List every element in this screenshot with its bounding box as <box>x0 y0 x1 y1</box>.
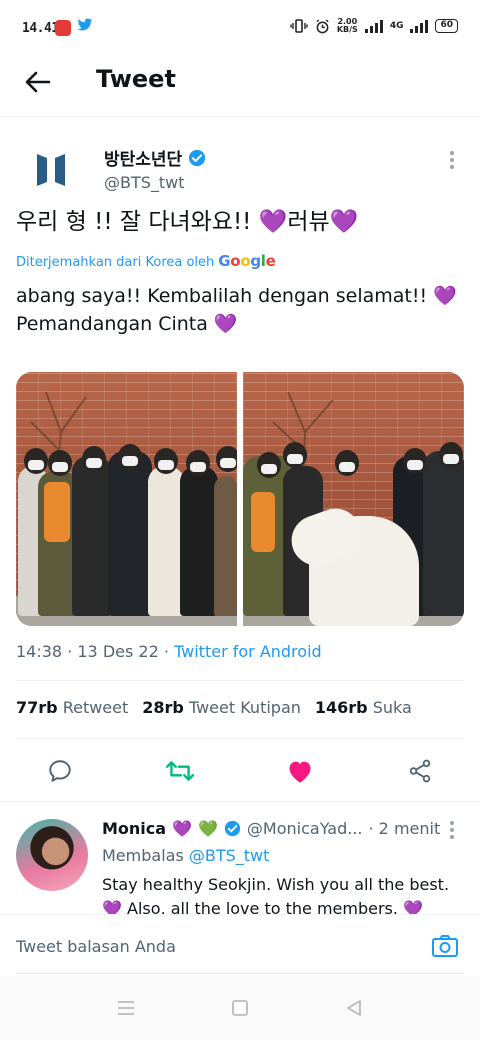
bts-logo-avatar[interactable] <box>36 150 66 190</box>
reply-composer: Tweet balasan Anda <box>0 914 480 976</box>
purple-heart-icon: 💜 <box>433 285 457 307</box>
system-nav-bar <box>0 976 480 1040</box>
reply-text-part: Stay healthy Seokjin. Wish you all the b… <box>102 875 450 894</box>
cell-signal-icon <box>410 19 429 33</box>
reply-author-handle[interactable]: @MonicaYad... <box>247 819 363 838</box>
avatar[interactable] <box>16 819 88 891</box>
reply-tweet[interactable]: Monica 💜 💚 @MonicaYad... · 2 menit Memba… <box>0 815 480 915</box>
author-name[interactable]: 방탄소년단 <box>104 145 206 170</box>
purple-heart-icon: 💜 <box>102 899 122 915</box>
tweet-date: 14:38 · 13 Des 22 · <box>16 642 175 661</box>
replying-mention-link[interactable]: @BTS_twt <box>189 846 270 865</box>
back-button[interactable] <box>22 66 54 98</box>
more-dot-icon <box>450 821 454 825</box>
tweet-photo-2[interactable] <box>243 372 464 626</box>
share-icon <box>409 759 431 783</box>
header-divider <box>0 116 480 117</box>
green-heart-icon: 💚 <box>198 819 218 838</box>
more-dot-icon <box>450 165 454 169</box>
camera-icon <box>432 935 458 957</box>
purple-heart-icon: 💜 <box>329 209 359 235</box>
translated-by[interactable]: Diterjemahkan dari Korea oleh Google <box>16 252 276 270</box>
status-time: 14.41 <box>22 21 59 36</box>
reply-author-name[interactable]: Monica <box>102 819 166 838</box>
back-nav-button[interactable] <box>342 998 366 1018</box>
more-options-button[interactable] <box>444 148 460 172</box>
square-icon <box>232 1000 248 1016</box>
purple-heart-icon: 💜 <box>258 209 288 235</box>
add-photo-button[interactable] <box>430 931 460 961</box>
more-dot-icon <box>450 835 454 839</box>
status-bar: 14.41 2.00 KB/S 4G 60 <box>0 0 480 58</box>
reply-button[interactable] <box>45 756 75 786</box>
reply-more-options-button[interactable] <box>444 821 460 839</box>
home-button[interactable] <box>228 998 252 1018</box>
tweet-text-part: 러뷰 <box>287 209 330 235</box>
wifi-signal-icon <box>364 19 383 33</box>
like-button[interactable] <box>285 756 315 786</box>
tweet-text-part: 우리 형 !! 잘 다녀와요!! <box>16 209 259 235</box>
reply-text-part: Also, all the love to the members. <box>121 899 404 915</box>
tweet-stats: 77rb Retweet 28rb Tweet Kutipan 146rb Su… <box>16 698 412 717</box>
menu-icon <box>118 1001 134 1015</box>
like-count[interactable]: 146rb Suka <box>315 698 412 717</box>
divider <box>0 801 480 802</box>
tweet-source-link[interactable]: Twitter for Android <box>174 642 322 661</box>
status-indicators: 2.00 KB/S 4G 60 <box>290 18 458 34</box>
author-handle[interactable]: @BTS_twt <box>104 173 185 192</box>
tweet-timestamp: 14:38 · 13 Des 22 · Twitter for Android <box>16 642 322 661</box>
more-dot-icon <box>450 151 454 155</box>
tweet-translation: abang saya!! Kembalilah dengan selamat!!… <box>16 282 464 338</box>
translation-text: abang saya!! Kembalilah dengan selamat!! <box>16 285 434 307</box>
page-title: Tweet <box>96 65 176 93</box>
tweet-actions <box>0 752 480 788</box>
translated-label: Diterjemahkan dari Korea oleh <box>16 255 215 270</box>
retweet-icon <box>165 761 195 781</box>
retweet-button[interactable] <box>165 756 195 786</box>
tweet-text: 우리 형 !! 잘 다녀와요!! 💜러뷰💜 <box>16 206 464 238</box>
replying-label: Membalas <box>102 846 189 865</box>
notification-app-icon <box>55 20 71 36</box>
quote-count[interactable]: 28rb Tweet Kutipan <box>142 698 301 717</box>
author-name-text: 방탄소년단 <box>104 150 183 170</box>
top-app-bar: Tweet <box>0 58 480 106</box>
retweet-count[interactable]: 77rb Retweet <box>16 698 128 717</box>
battery-icon: 60 <box>435 19 458 33</box>
arrow-left-icon <box>25 71 51 93</box>
triangle-back-icon <box>347 1000 361 1016</box>
reply-text: Stay healthy Seokjin. Wish you all the b… <box>102 873 458 915</box>
network-type: 4G <box>389 21 404 31</box>
twitter-bird-icon <box>77 18 93 36</box>
alarm-icon <box>316 18 329 33</box>
network-speed-unit: KB/S <box>336 25 358 34</box>
reply-input[interactable]: Tweet balasan Anda <box>16 937 176 956</box>
comment-icon <box>49 760 71 782</box>
divider <box>16 680 464 681</box>
reply-time: · 2 menit <box>368 819 441 838</box>
composer-underline <box>16 973 464 974</box>
heart-filled-icon <box>289 761 311 783</box>
network-speed: 2.00 KB/S <box>337 18 358 34</box>
purple-heart-icon: 💜 <box>213 313 238 335</box>
recent-apps-button[interactable] <box>114 998 138 1018</box>
tweet-media <box>16 372 464 626</box>
divider <box>16 738 464 739</box>
purple-heart-icon: 💜 <box>403 899 423 915</box>
google-logo: Google <box>218 252 276 270</box>
replying-to: Membalas @BTS_twt <box>102 846 269 865</box>
share-button[interactable] <box>405 756 435 786</box>
reply-header: Monica 💜 💚 @MonicaYad... · 2 menit <box>102 819 440 838</box>
vibrate-icon <box>290 19 308 33</box>
translation-text: Pemandangan Cinta <box>16 313 214 335</box>
tweet-photo-1[interactable] <box>16 372 237 626</box>
verified-badge-icon <box>189 149 206 166</box>
purple-heart-icon: 💜 <box>172 819 192 838</box>
more-dot-icon <box>450 828 454 832</box>
tweet-author: 방탄소년단 @BTS_twt <box>16 142 464 198</box>
verified-badge-icon <box>224 820 241 837</box>
more-dot-icon <box>450 158 454 162</box>
